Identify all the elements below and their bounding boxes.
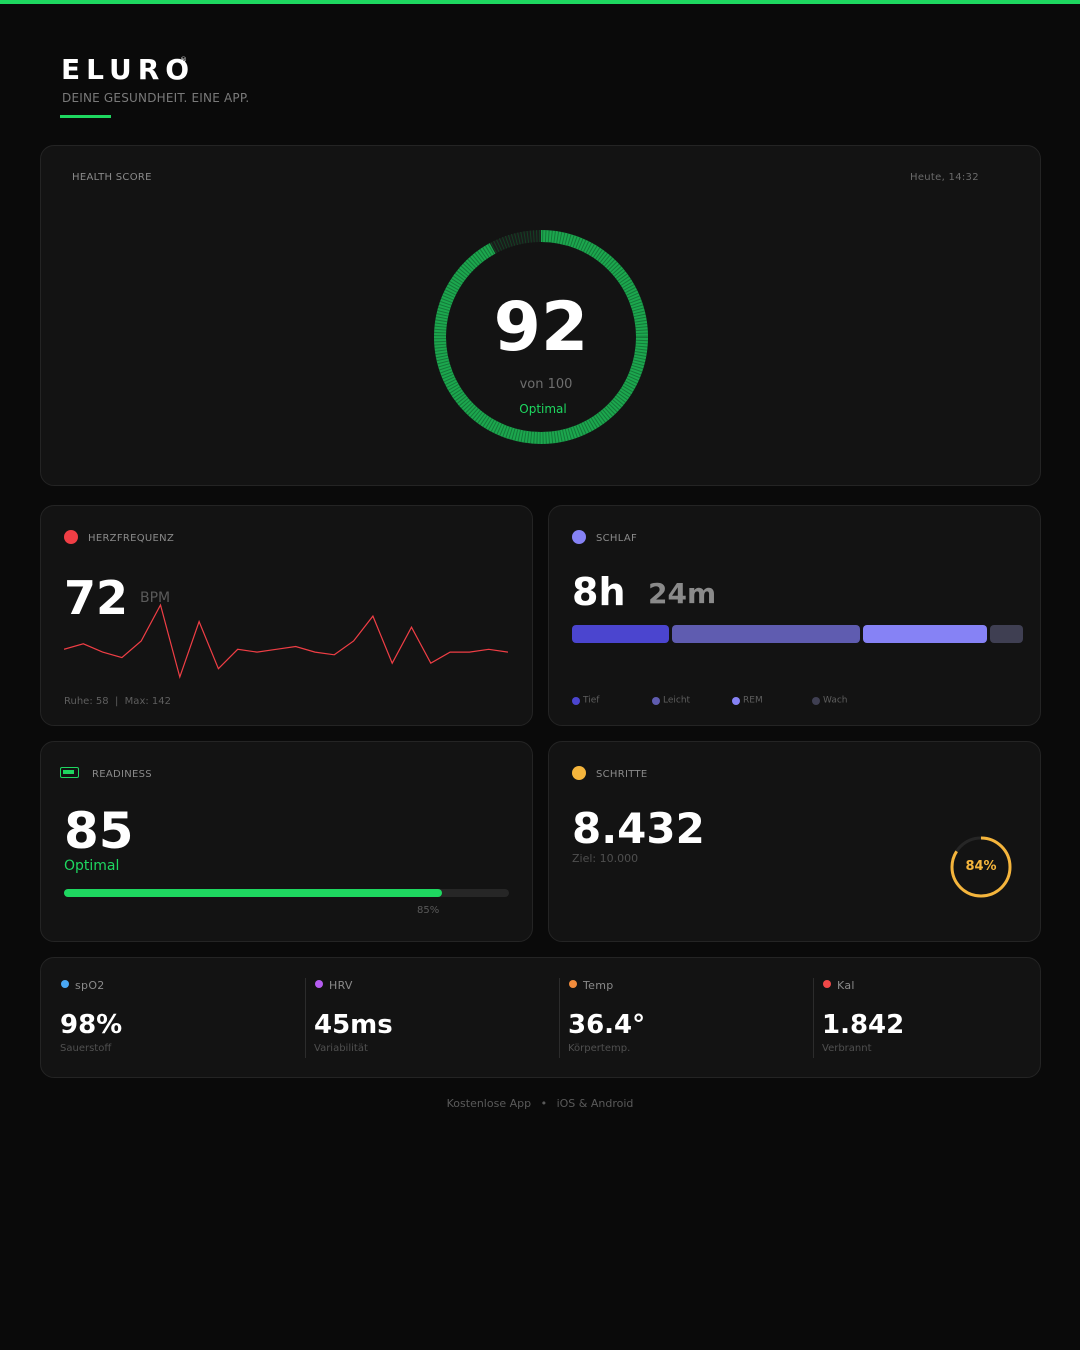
top-accent-bar [0,0,1080,4]
metric-spo2-dot [61,980,69,988]
sleep-legend-label: Tief [583,695,600,706]
metric-temp-value: 36.4° [568,1010,646,1040]
brand-tagline: DEINE GESUNDHEIT. EINE APP. [62,91,250,105]
sleep-legend-dot [732,696,740,705]
footer-separator: • [540,1097,548,1110]
footer-free-app: Kostenlose App [446,1097,532,1110]
sleep-hours: 8h [572,570,626,614]
sleep-dot [572,530,586,544]
battery-icon [60,767,79,778]
health-score-status: Optimal [519,402,567,416]
brand-underline [60,115,111,118]
heart-rate-dot [64,530,78,544]
metric-kal-value: 1.842 [822,1010,905,1040]
readiness-value: 85 [64,802,134,860]
health-score-label: HEALTH SCORE [72,172,152,183]
heart-rate-card[interactable]: HERZFREQUENZ 72 BPM Ruhe: 58 | Max: 142 [40,505,533,726]
brand-logo: ELURO [61,53,196,86]
steps-goal: Ziel: 10.000 [572,852,639,865]
steps-percent: 84% [965,859,997,874]
metrics-strip: spO2 98% Sauerstoff HRV 45ms Variabilitä… [40,957,1041,1078]
sleep-legend-item: Leicht [652,690,690,709]
sleep-label: SCHLAF [596,533,638,544]
heart-rate-sparkline [64,603,508,680]
sleep-minutes: 24m [648,577,717,610]
metric-spo2[interactable]: spO2 98% Sauerstoff [41,958,295,1079]
heart-rate-label: HERZFREQUENZ [88,533,175,544]
sleep-legend-label: Leicht [663,695,691,706]
health-score-timestamp: Heute, 14:32 [910,172,979,183]
sleep-legend-dot [812,696,820,705]
metric-hrv-label: HRV [329,979,353,992]
metric-spo2-value: 98% [60,1010,123,1040]
metric-hrv-value: 45ms [314,1010,393,1040]
readiness-label: READINESS [92,769,152,780]
sleep-segment-wach [989,625,1023,643]
steps-dot [572,766,586,780]
metric-kal-caption: Verbrannt [822,1043,872,1054]
metric-hrv-dot [315,980,323,988]
sleep-segment-tief [572,625,669,643]
steps-value: 8.432 [572,804,705,853]
metric-kal-dot [823,980,831,988]
registered-mark: ® [180,56,187,64]
metric-kal-label: Kal [837,979,855,992]
sleep-legend-dot [652,696,660,705]
metric-temp-label: Temp [583,979,614,992]
metric-hrv-caption: Variabilität [314,1043,368,1054]
steps-label: SCHRITTE [596,769,648,780]
readiness-progress-text: 85% [417,905,440,916]
readiness-card[interactable]: READINESS 85 Optimal 85% [40,741,533,942]
brand-header: ELURO ® DEINE GESUNDHEIT. EINE APP. [61,53,249,106]
heart-rate-range: Ruhe: 58 | Max: 142 [64,696,171,707]
sleep-legend-dot [572,696,580,705]
sleep-legend-label: Wach [823,695,848,706]
sleep-card[interactable]: SCHLAF 8h 24m Tief Leicht REM Wach [548,505,1041,726]
metric-spo2-caption: Sauerstoff [60,1043,112,1054]
metric-temp-dot [569,980,577,988]
health-score-max: von 100 [519,377,573,392]
readiness-progress-fill [64,889,443,897]
readiness-progress-track [64,889,509,897]
sleep-stage-bar [572,625,1026,643]
sleep-segment-leicht [671,625,860,643]
sleep-legend-item: REM [732,690,763,709]
metric-temp[interactable]: Temp 36.4° Körpertemp. [549,958,803,1079]
sleep-legend-label: REM [743,695,763,706]
footer-platforms: iOS & Android [556,1097,634,1110]
sleep-legend-item: Wach [812,690,848,709]
health-score-value: 92 [493,288,589,367]
sleep-segment-rem [862,625,987,643]
readiness-status: Optimal [64,858,120,874]
health-score-card[interactable]: HEALTH SCORE Heute, 14:32 92 von 100 Opt… [40,145,1041,486]
metric-spo2-label: spO2 [75,979,105,992]
metric-kal[interactable]: Kal 1.842 Verbrannt [803,958,1041,1079]
footer: Kostenlose App • iOS & Android [0,1097,1080,1110]
sleep-legend-item: Tief [572,690,599,709]
sleep-legend: Tief Leicht REM Wach [572,690,892,706]
steps-card[interactable]: SCHRITTE 8.432 Ziel: 10.000 84% [548,741,1041,942]
metric-temp-caption: Körpertemp. [568,1043,631,1054]
metric-hrv[interactable]: HRV 45ms Variabilität [295,958,549,1079]
